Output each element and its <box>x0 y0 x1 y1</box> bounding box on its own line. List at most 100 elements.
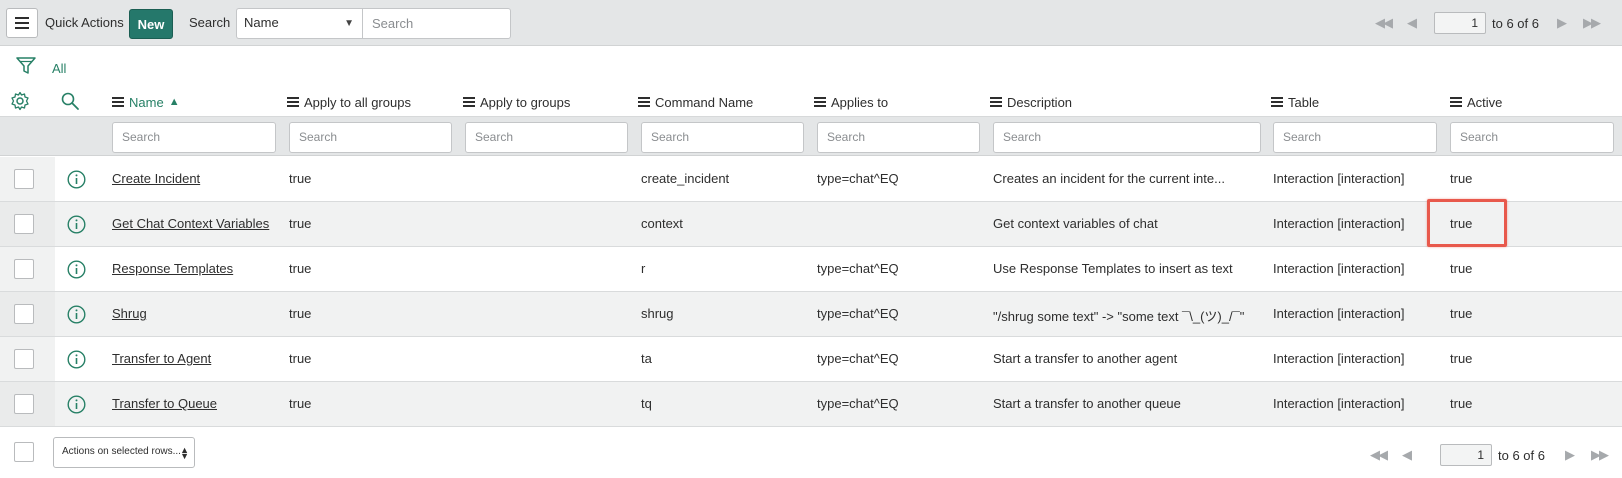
row-checkbox[interactable] <box>14 259 34 279</box>
first-page-icon[interactable]: ◀◀ <box>1375 15 1393 31</box>
cell-name[interactable]: Get Chat Context Variables <box>112 216 269 231</box>
cell-apply-all-groups: true <box>289 351 312 366</box>
breadcrumb-all[interactable]: All <box>52 61 66 76</box>
select-all-checkbox[interactable] <box>14 442 34 462</box>
cell-name[interactable]: Response Templates <box>112 261 233 276</box>
cell-name[interactable]: Transfer to Queue <box>112 396 217 411</box>
table-row: Shrug true shrug type=chat^EQ "/shrug some t… <box>0 292 1622 337</box>
gear-icon[interactable] <box>10 91 30 111</box>
list-menu-button[interactable] <box>6 8 38 38</box>
search-input[interactable]: Search <box>362 8 511 39</box>
first-page-icon[interactable]: ◀◀ <box>1370 447 1388 463</box>
cell-description: Start a transfer to another queue <box>993 396 1181 411</box>
column-label: Command Name <box>655 94 754 110</box>
filter-icon[interactable] <box>16 56 36 76</box>
next-page-icon[interactable]: ▶ <box>1557 15 1567 31</box>
page-range-text: to 6 of 6 <box>1498 447 1545 463</box>
column-label: Name <box>129 94 164 110</box>
cell-active: true <box>1450 306 1473 321</box>
info-icon[interactable] <box>67 350 86 369</box>
hamburger-icon <box>15 17 29 29</box>
search-label: Search <box>189 15 231 30</box>
cell-command-name: shrug <box>641 306 674 321</box>
info-icon[interactable] <box>67 260 86 279</box>
search-field-select[interactable]: Name ▼ <box>236 8 362 39</box>
column-search-input[interactable]: Search <box>817 122 980 153</box>
column-search-input[interactable]: Search <box>641 122 804 153</box>
new-button[interactable]: New <box>129 9 173 39</box>
column-menu-icon[interactable] <box>112 97 124 107</box>
cell-table: Interaction [interaction] <box>1273 261 1405 276</box>
column-header-name[interactable]: Name ▲ <box>112 89 180 115</box>
column-menu-icon[interactable] <box>463 97 475 107</box>
column-header-applies-to[interactable]: Applies to <box>814 89 888 115</box>
info-icon[interactable] <box>67 215 86 234</box>
cell-name[interactable]: Create Incident <box>112 171 200 186</box>
quick-actions-title: Quick Actions <box>45 15 124 30</box>
column-search-input[interactable]: Search <box>993 122 1261 153</box>
column-label: Apply to all groups <box>304 94 411 110</box>
column-menu-icon[interactable] <box>1450 97 1462 107</box>
cell-description: Start a transfer to another agent <box>993 351 1178 366</box>
cell-command-name: create_incident <box>641 171 730 186</box>
page-number-input[interactable]: 1 <box>1440 444 1492 466</box>
cell-description: "/shrug some text" -> "some text ¯\_(ツ)_… <box>993 309 1245 324</box>
cell-apply-all-groups: true <box>289 396 312 411</box>
cell-command-name: tq <box>641 396 652 411</box>
info-icon[interactable] <box>67 305 86 324</box>
cell-table: Interaction [interaction] <box>1273 306 1405 321</box>
table-row: Response Templates true r type=chat^EQ Use R… <box>0 247 1622 292</box>
column-header-apply-all[interactable]: Apply to all groups <box>287 89 411 115</box>
search-icon[interactable] <box>60 91 80 111</box>
row-checkbox[interactable] <box>14 304 34 324</box>
sort-ascending-icon: ▲ <box>168 96 180 108</box>
last-page-icon[interactable]: ▶▶ <box>1591 447 1609 463</box>
cell-name[interactable]: Transfer to Agent <box>112 351 211 366</box>
column-menu-icon[interactable] <box>287 97 299 107</box>
cell-table: Interaction [interaction] <box>1273 396 1405 411</box>
table-row: Transfer to Agent true ta type=chat^EQ Start… <box>0 337 1622 382</box>
bottom-pagination: ◀◀ ◀ 1 to 6 of 6 ▶ ▶▶ <box>1370 444 1609 466</box>
cell-table: Interaction [interaction] <box>1273 171 1405 186</box>
cell-applies-to: type=chat^EQ <box>817 396 899 411</box>
column-search-input[interactable]: Search <box>1273 122 1437 153</box>
cell-apply-all-groups: true <box>289 306 312 321</box>
column-search-input[interactable]: Search <box>289 122 452 153</box>
last-page-icon[interactable]: ▶▶ <box>1583 15 1601 31</box>
cell-applies-to: type=chat^EQ <box>817 306 899 321</box>
cell-name[interactable]: Shrug <box>112 306 147 321</box>
cell-applies-to: type=chat^EQ <box>817 261 899 276</box>
search-field-value: Name <box>244 15 279 30</box>
info-icon[interactable] <box>67 170 86 189</box>
column-header-apply-groups[interactable]: Apply to groups <box>463 89 570 115</box>
cell-apply-all-groups: true <box>289 216 312 231</box>
row-checkbox[interactable] <box>14 214 34 234</box>
row-checkbox[interactable] <box>14 169 34 189</box>
column-header-command-name[interactable]: Command Name <box>638 89 753 115</box>
dropdown-caret-icon: ▲ ▼ <box>180 445 189 461</box>
table-row: Create Incident true create_incident type=c… <box>0 157 1622 202</box>
column-label: Table <box>1288 94 1320 110</box>
column-header-active[interactable]: Active <box>1450 89 1502 115</box>
column-header-description[interactable]: Description <box>990 89 1072 115</box>
column-menu-icon[interactable] <box>990 97 1002 107</box>
page-number-input[interactable]: 1 <box>1434 12 1486 34</box>
row-checkbox[interactable] <box>14 349 34 369</box>
column-label: Apply to groups <box>480 94 571 110</box>
prev-page-icon[interactable]: ◀ <box>1407 15 1417 31</box>
column-search-input[interactable]: Search <box>1450 122 1614 153</box>
info-icon[interactable] <box>67 395 86 414</box>
column-menu-icon[interactable] <box>814 97 826 107</box>
column-label: Active <box>1467 94 1503 110</box>
column-search-input[interactable]: Search <box>465 122 628 153</box>
column-menu-icon[interactable] <box>638 97 650 107</box>
column-menu-icon[interactable] <box>1271 97 1283 107</box>
cell-table: Interaction [interaction] <box>1273 351 1405 366</box>
row-checkbox[interactable] <box>14 394 34 414</box>
column-label: Description <box>1007 94 1073 110</box>
column-search-input[interactable]: Search <box>112 122 276 153</box>
prev-page-icon[interactable]: ◀ <box>1402 447 1412 463</box>
next-page-icon[interactable]: ▶ <box>1565 447 1575 463</box>
column-header-table[interactable]: Table <box>1271 89 1319 115</box>
actions-on-selected-rows-select[interactable]: Actions on selected rows... ▲ ▼ <box>53 437 195 468</box>
